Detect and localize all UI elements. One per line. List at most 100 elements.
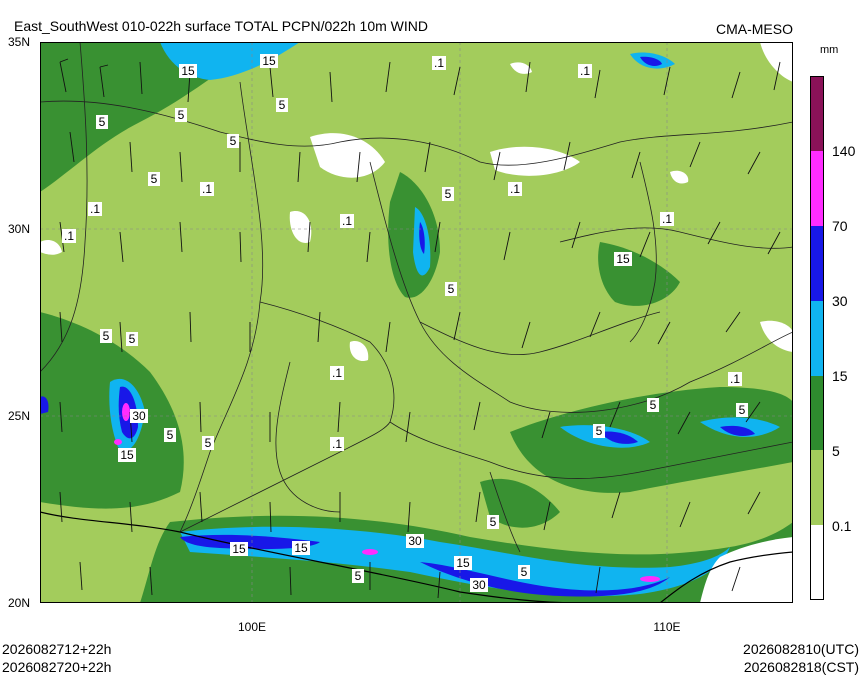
contour-label: .1 <box>340 214 354 228</box>
colorbar-unit: mm <box>820 44 839 56</box>
contour-label: 30 <box>470 578 488 592</box>
svg-text:5: 5 <box>205 436 212 450</box>
init-time-cst: 2026082720+22h <box>2 659 112 675</box>
contour-label: 15 <box>179 64 197 78</box>
contour-label: 5 <box>593 424 605 438</box>
contour-label: 5 <box>164 428 176 442</box>
svg-text:5: 5 <box>230 134 237 148</box>
contour-label: 5 <box>487 515 499 529</box>
contour-label: .1 <box>660 212 674 226</box>
model-name: CMA-MESO <box>716 21 793 37</box>
svg-text:15: 15 <box>294 541 308 555</box>
svg-text:5: 5 <box>490 515 497 529</box>
colorbar-swatch-2 <box>810 450 824 525</box>
init-time-utc: 2026082712+22h <box>2 641 112 657</box>
svg-text:.1: .1 <box>662 212 672 226</box>
colorbar-label-15: 15 <box>832 368 848 384</box>
svg-text:15: 15 <box>232 542 246 556</box>
contour-label: .1 <box>432 56 446 70</box>
svg-text:.1: .1 <box>342 214 352 228</box>
colorbar-label-30: 30 <box>832 293 848 309</box>
contour-label: 5 <box>148 172 160 186</box>
svg-text:5: 5 <box>448 282 455 296</box>
svg-text:.1: .1 <box>730 372 740 386</box>
svg-text:5: 5 <box>103 329 110 343</box>
svg-text:5: 5 <box>596 424 603 438</box>
svg-text:5: 5 <box>650 398 657 412</box>
svg-text:15: 15 <box>456 556 470 570</box>
contour-label: .1 <box>728 372 742 386</box>
contour-label: .1 <box>88 202 102 216</box>
contour-label: 5 <box>445 282 457 296</box>
colorbar-swatch-1 <box>810 525 824 600</box>
lat-label-35n: 35N <box>8 35 31 49</box>
svg-text:30: 30 <box>132 409 146 423</box>
svg-text:5: 5 <box>99 115 106 129</box>
colorbar-swatch-7 <box>810 76 824 151</box>
svg-text:5: 5 <box>279 98 286 112</box>
contour-label: 30 <box>406 534 424 548</box>
contour-label: 15 <box>292 541 310 555</box>
svg-text:.1: .1 <box>510 182 520 196</box>
contour-label: 5 <box>647 398 659 412</box>
colorbar-swatch-6 <box>810 151 824 226</box>
lat-label-25n: 25N <box>8 409 31 423</box>
contour-label: 15 <box>614 252 632 266</box>
svg-text:30: 30 <box>472 578 486 592</box>
lon-label-110e: 110E <box>653 620 681 634</box>
svg-text:5: 5 <box>151 172 158 186</box>
svg-text:.1: .1 <box>580 64 590 78</box>
svg-text:5: 5 <box>167 428 174 442</box>
svg-text:.1: .1 <box>434 56 444 70</box>
svg-text:5: 5 <box>739 403 746 417</box>
contour-label: .1 <box>200 182 214 196</box>
contour-label: 5 <box>352 569 364 583</box>
lon-label-100e: 100E <box>237 620 267 634</box>
contour-label: .1 <box>578 64 592 78</box>
contour-label: 5 <box>100 329 112 343</box>
contour-label: 5 <box>227 134 239 148</box>
contour-label: 5 <box>175 108 187 122</box>
contour-label: 5 <box>442 187 454 201</box>
contour-label: 15 <box>118 448 136 462</box>
contour-label: .1 <box>330 437 344 451</box>
colorbar-label-140: 140 <box>832 143 856 159</box>
contour-label: .1 <box>330 366 344 380</box>
lat-label-20n: 20N <box>8 596 31 610</box>
svg-text:.1: .1 <box>64 229 74 243</box>
valid-time-utc: 2026082810(UTC) <box>743 641 859 657</box>
svg-text:5: 5 <box>521 565 528 579</box>
colorbar <box>810 76 824 600</box>
colorbar-swatch-5 <box>810 226 824 301</box>
colorbar-swatch-3 <box>810 376 824 450</box>
svg-text:5: 5 <box>355 569 362 583</box>
contour-label: 15 <box>230 542 248 556</box>
svg-text:15: 15 <box>181 64 195 78</box>
contour-label: 5 <box>736 403 748 417</box>
contour-label: .1 <box>62 229 76 243</box>
contour-label: 5 <box>518 565 530 579</box>
svg-text:30: 30 <box>408 534 422 548</box>
svg-text:15: 15 <box>120 448 134 462</box>
light-rain-field <box>40 42 793 603</box>
colorbar-label-0.1: 0.1 <box>832 518 852 534</box>
contour-label: 5 <box>202 436 214 450</box>
svg-text:15: 15 <box>262 54 276 68</box>
svg-text:.1: .1 <box>332 366 342 380</box>
svg-text:5: 5 <box>178 108 185 122</box>
contour-label: 5 <box>126 332 138 346</box>
contour-label: 15 <box>260 54 278 68</box>
svg-text:15: 15 <box>616 252 630 266</box>
colorbar-swatch-4 <box>810 301 824 376</box>
contour-label: .1 <box>508 182 522 196</box>
svg-text:.1: .1 <box>202 182 212 196</box>
contour-label: 30 <box>130 409 148 423</box>
map-title: East_SouthWest 010-022h surface TOTAL PC… <box>14 18 428 34</box>
lat-label-30n: 30N <box>8 222 31 236</box>
colorbar-label-5: 5 <box>832 443 840 459</box>
contour-label: 5 <box>96 115 108 129</box>
contour-label: 15 <box>454 556 472 570</box>
svg-text:5: 5 <box>445 187 452 201</box>
contour-label: 5 <box>276 98 288 112</box>
valid-time-cst: 2026082818(CST) <box>743 659 859 675</box>
